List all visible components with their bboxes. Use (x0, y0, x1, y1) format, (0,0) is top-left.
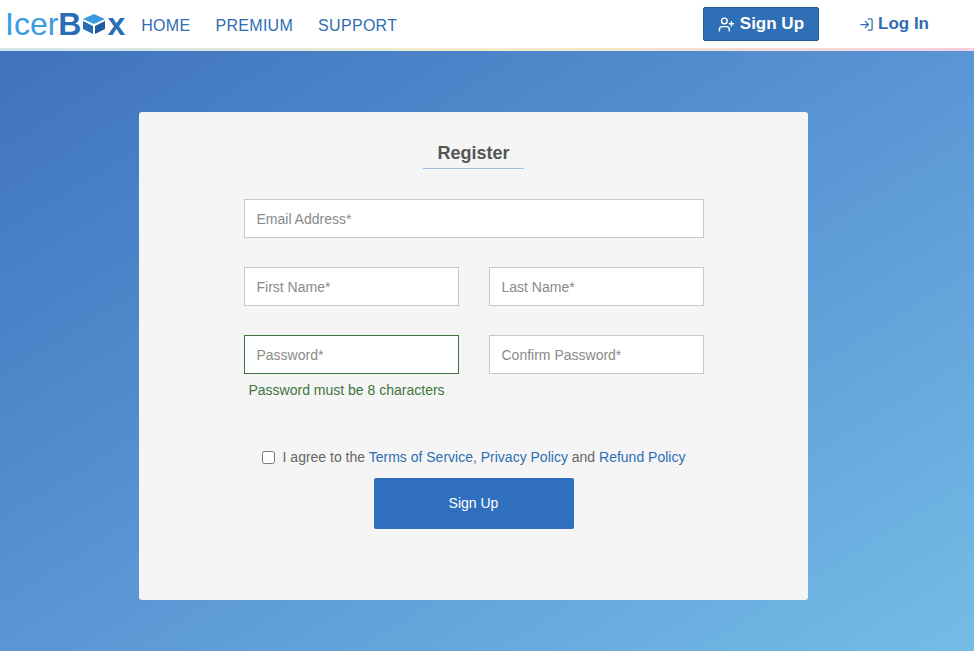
nav-item[interactable]: PREMIUM (215, 14, 293, 38)
login-link[interactable]: Log In (859, 11, 929, 37)
nav-item[interactable]: HOME (141, 14, 190, 38)
main-nav: HOME PREMIUM SUPPORT (141, 14, 397, 38)
page: IcerBx HOME PREMIUM SUPPORT Sign Up Log In Reg… (0, 0, 974, 651)
header-signup-button[interactable]: Sign Up (703, 7, 819, 41)
terms-link[interactable]: Terms of Service (369, 449, 473, 465)
register-title: Register (423, 141, 523, 169)
box-logo-icon (81, 12, 107, 36)
agree-checkbox[interactable] (262, 451, 275, 464)
password-hint: Password must be 8 characters (249, 380, 459, 400)
background: Register Password must be 8 characters I a… (0, 51, 974, 651)
login-icon (859, 17, 874, 32)
logo[interactable]: IcerBx (5, 8, 125, 40)
privacy-link[interactable]: Privacy Policy (481, 449, 568, 465)
first-name-field[interactable] (244, 267, 459, 306)
register-card: Register Password must be 8 characters I a… (139, 112, 808, 600)
refund-link[interactable]: Refund Policy (599, 449, 685, 465)
user-plus-icon (718, 16, 735, 33)
password-field[interactable] (244, 335, 459, 374)
top-bar: IcerBx HOME PREMIUM SUPPORT Sign Up Log In (0, 0, 974, 48)
signup-button[interactable]: Sign Up (374, 478, 574, 529)
agreement-text: I agree to the Terms of Service, Privacy… (283, 447, 686, 468)
email-field[interactable] (244, 199, 704, 238)
last-name-field[interactable] (489, 267, 704, 306)
nav-item[interactable]: SUPPORT (318, 14, 397, 38)
confirm-password-field[interactable] (489, 335, 704, 374)
